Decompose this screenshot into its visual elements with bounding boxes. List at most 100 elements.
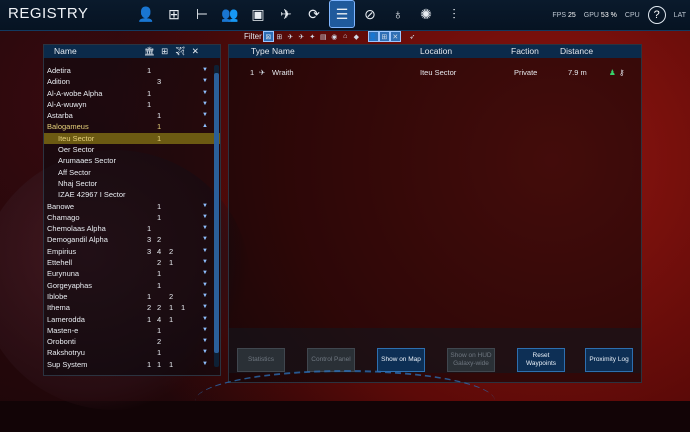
help-button[interactable]: ?	[647, 6, 666, 24]
sector-row[interactable]: Chemolaas Alpha 1 ▼	[44, 223, 220, 234]
filter-crossed-icon[interactable]: ✕	[389, 31, 401, 42]
filter-asteroid-icon[interactable]: ◉	[330, 32, 339, 41]
registry-icon[interactable]: ☰	[329, 0, 355, 28]
object-row[interactable]: 1 ✈ Wraith Iteu Sector Private 7.9 m ♟ ⚷	[229, 67, 641, 79]
sector-row[interactable]: Arumaaes Sector	[44, 155, 220, 166]
filter-pod-icon[interactable]: ◆	[352, 32, 361, 41]
planet-icon[interactable]: ♁	[386, 1, 410, 27]
expand-arrow-icon[interactable]: ▼	[202, 268, 208, 279]
sector-row[interactable]: Aff Sector	[44, 167, 220, 178]
sector-row[interactable]: Sup System 1 1 1 ▼	[44, 359, 220, 370]
expand-arrow-icon[interactable]: ▼	[202, 223, 208, 234]
expand-arrow-icon[interactable]: ▼	[202, 246, 208, 257]
expand-arrow-icon[interactable]: ▼	[202, 65, 208, 76]
sector-count: 2	[157, 337, 162, 347]
show-on-map-button[interactable]: Show on Map	[377, 348, 425, 372]
expand-arrow-icon[interactable]: ▼	[202, 280, 208, 291]
sector-row[interactable]: Demogandil Alpha 3 2 ▼	[44, 234, 220, 245]
sector-row[interactable]: Ithema 2 2 1 1 ▼	[44, 302, 220, 313]
filter-faction-icon[interactable]: ⊞	[378, 31, 390, 42]
ship-icon: ✈	[259, 68, 266, 77]
sector-row[interactable]: Nhaj Sector	[44, 178, 220, 189]
org-chart-icon[interactable]: ⊞	[162, 1, 186, 27]
sector-name: Adition	[47, 77, 70, 87]
sector-row[interactable]: Rakshotryu 1 ▼	[44, 347, 220, 358]
lock-icon[interactable]: ⚷	[619, 68, 625, 77]
control-panel-button[interactable]: Control Panel	[307, 348, 355, 372]
filter-all-icon[interactable]: ⊠	[262, 31, 274, 42]
expand-arrow-icon[interactable]: ▼	[202, 110, 208, 121]
expand-arrow-icon[interactable]: ▼	[202, 359, 208, 370]
expand-arrow-icon[interactable]: ▼	[202, 325, 208, 336]
cycle-icon[interactable]: ⟳	[302, 1, 326, 27]
sector-list-panel: Name 🏛 ⊞ ✈ ✕ Adetira 1 ▼ Adition 3 ▼ Al-A-wobe…	[43, 44, 221, 376]
sector-row[interactable]: Empirius 3 4 2 ▼	[44, 246, 220, 257]
sector-row[interactable]: Masten-e 1 ▼	[44, 325, 220, 336]
expand-arrow-icon[interactable]: ▼	[202, 76, 208, 87]
filter-station-icon[interactable]: ⊞	[275, 32, 284, 41]
filter-cargo-icon[interactable]: ▤	[319, 32, 328, 41]
filter-drone-icon[interactable]: ✦	[308, 32, 317, 41]
expand-arrow-icon[interactable]: ▼	[202, 336, 208, 347]
sector-row[interactable]: Orobonti 2 ▼	[44, 336, 220, 347]
column-faction[interactable]: Faction	[511, 46, 539, 56]
sector-count: 1	[147, 359, 152, 369]
sector-name: Al-A-wuwyn	[47, 99, 87, 109]
sector-row[interactable]: Iblobe 1 2 ▼	[44, 291, 220, 302]
expand-arrow-icon[interactable]: ▼	[202, 314, 208, 325]
reset-waypoints-button[interactable]: Reset Waypoints	[517, 348, 565, 372]
collapse-arrow-icon[interactable]: ▲	[202, 121, 208, 132]
sector-row[interactable]: IZAE 42967 I Sector	[44, 189, 220, 200]
sector-row[interactable]: Iteu Sector 1	[44, 132, 220, 145]
expand-arrow-icon[interactable]: ▼	[202, 88, 208, 99]
group-icon[interactable]: 👥	[218, 1, 242, 27]
sector-row[interactable]: Al-A-wuwyn 1 ▼	[44, 99, 220, 110]
expand-arrow-icon[interactable]: ▼	[202, 347, 208, 358]
sector-row[interactable]: Banowe 1 ▼	[44, 201, 220, 212]
column-name[interactable]: Name	[54, 46, 77, 56]
filter-gate-icon[interactable]: ⌂	[341, 32, 350, 41]
filter-target-icon[interactable]: ➶	[408, 32, 417, 41]
sector-row[interactable]: Eurynuna 1 ▼	[44, 268, 220, 279]
column-type-icons[interactable]: 🏛 ⊞ ✈ ✕	[144, 46, 201, 57]
sector-row[interactable]: Ettehell 2 1 ▼	[44, 257, 220, 268]
sector-row[interactable]: Chamago 1 ▼	[44, 212, 220, 223]
expand-arrow-icon[interactable]: ▼	[202, 212, 208, 223]
compass-icon[interactable]: ⊘	[358, 1, 382, 27]
sector-row[interactable]: Adetira 1 ▼	[44, 65, 220, 76]
ship-icon[interactable]: ✈	[274, 1, 298, 27]
sector-row[interactable]: Lamerodda 1 4 1 ▼	[44, 314, 220, 325]
sector-row[interactable]: Balogameus 1 ▲	[44, 121, 220, 132]
galaxy-icon[interactable]: ✺	[414, 1, 438, 27]
expand-arrow-icon[interactable]: ▼	[202, 291, 208, 302]
filter-owner-icon[interactable]: 👤	[367, 31, 379, 42]
show-on-hud-galaxy-wide-button[interactable]: Show on HUD Galaxy-wide	[447, 348, 495, 372]
filter-ship-icon[interactable]: ✈	[286, 32, 295, 41]
expand-arrow-icon[interactable]: ▼	[202, 201, 208, 212]
hierarchy-icon[interactable]: ⊢	[190, 1, 214, 27]
column-type[interactable]: Type	[251, 46, 269, 56]
sector-row[interactable]: Adition 3 ▼	[44, 76, 220, 87]
column-distance[interactable]: Distance	[560, 46, 593, 56]
person-icon[interactable]: 👤	[134, 1, 158, 27]
sector-row[interactable]: Astarba 1 ▼	[44, 110, 220, 121]
expand-arrow-icon[interactable]: ▼	[202, 99, 208, 110]
sector-row[interactable]: Gorgeyaphas 1 ▼	[44, 280, 220, 291]
column-location[interactable]: Location	[420, 46, 452, 56]
filter-bar: Filter ⊠ ⊞ ✈ ✈ ✦ ▤ ◉ ⌂ ◆ 👤 ⊞ ✕ ➶	[244, 30, 417, 43]
column-name[interactable]: Name	[272, 46, 295, 56]
window-icon[interactable]: ▣	[246, 1, 270, 27]
sector-row[interactable]: Al-A-wobe Alpha 1 ▼	[44, 88, 220, 99]
proximity-log-button[interactable]: Proximity Log	[585, 348, 633, 372]
sector-list-scrollbar[interactable]	[214, 65, 219, 367]
statistics-button[interactable]: Statistics	[237, 348, 285, 372]
settings-sliders-icon[interactable]: ⫶	[442, 1, 466, 27]
filter-fighter-icon[interactable]: ✈	[297, 32, 306, 41]
sector-name: Masten-e	[47, 325, 79, 335]
sector-row[interactable]: Oer Sector	[44, 144, 220, 155]
expand-arrow-icon[interactable]: ▼	[202, 234, 208, 245]
scroll-thumb[interactable]	[214, 73, 219, 353]
expand-arrow-icon[interactable]: ▼	[202, 302, 208, 313]
expand-arrow-icon[interactable]: ▼	[202, 257, 208, 268]
waypoint-person-icon[interactable]: ♟	[609, 68, 616, 77]
